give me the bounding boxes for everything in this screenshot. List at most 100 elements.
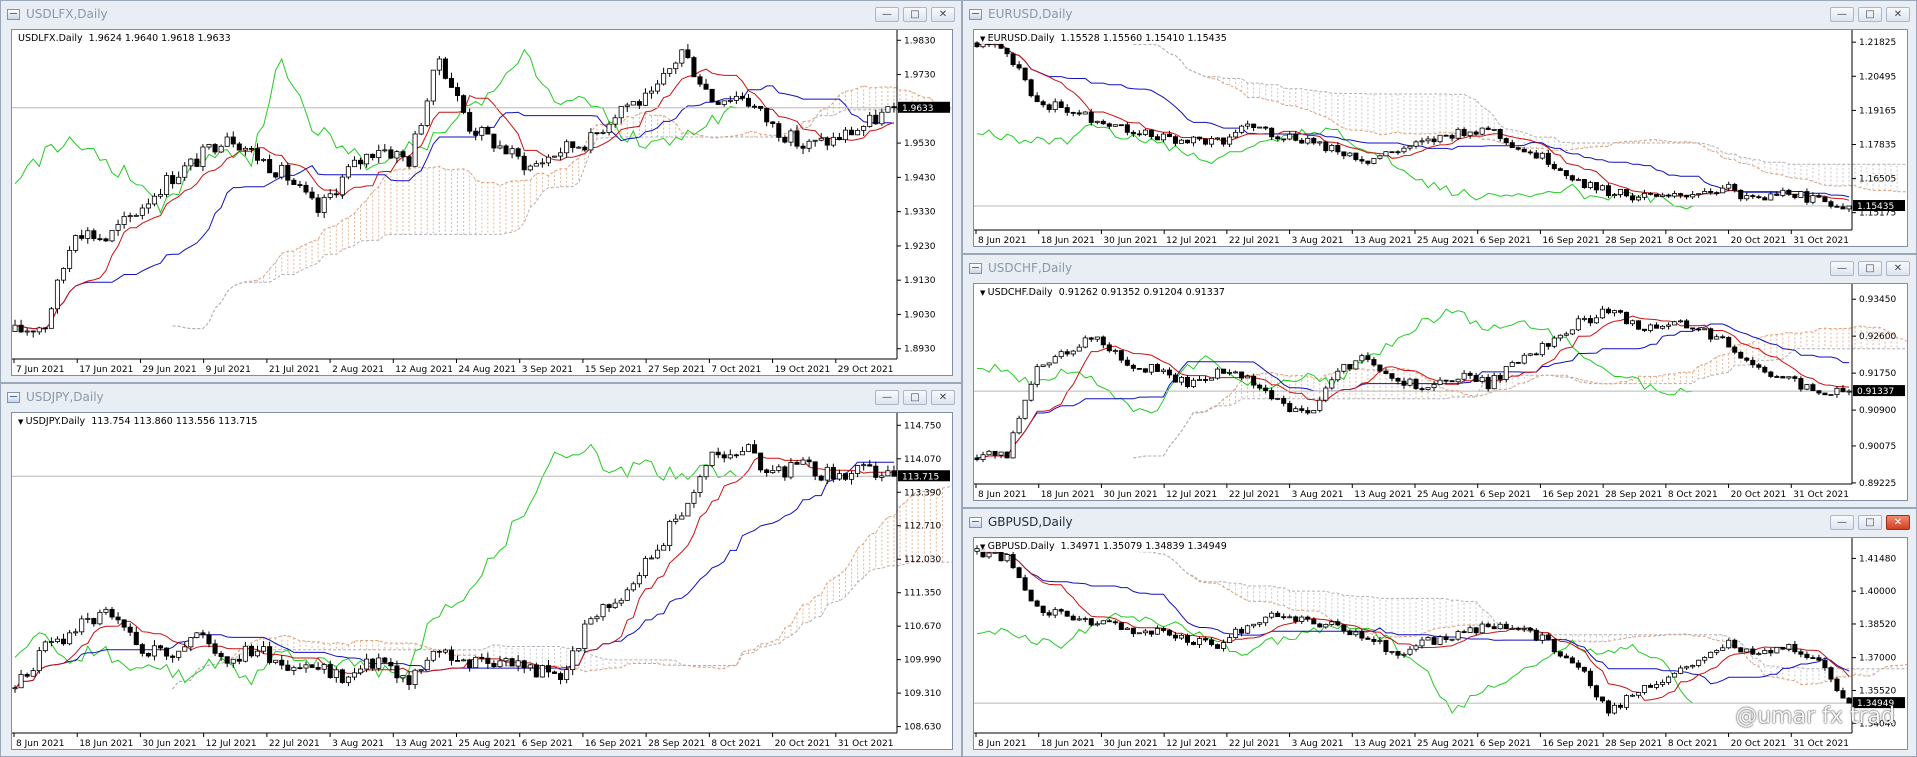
candle bbox=[1341, 364, 1347, 372]
candle bbox=[703, 83, 709, 90]
maximize-button[interactable]: □ bbox=[1858, 261, 1882, 276]
candle bbox=[1599, 308, 1605, 319]
candle bbox=[1455, 378, 1461, 383]
window-titlebar[interactable]: USDJPY,Daily — □ ✕ bbox=[1, 384, 961, 410]
window-titlebar[interactable]: GBPUSD,Daily — □ ✕ bbox=[963, 509, 1916, 535]
chart-plot-area[interactable]: 0.93450 0.92600 0.91750 0.90900 0.90075 0.892… bbox=[973, 283, 1908, 501]
candle bbox=[1792, 644, 1798, 653]
chart-plot-area[interactable]: 1.21825 1.20495 1.19165 1.17835 1.16505 1.151… bbox=[973, 29, 1908, 247]
candle bbox=[873, 114, 879, 125]
candle bbox=[194, 158, 200, 167]
candle bbox=[836, 473, 842, 480]
window-titlebar[interactable]: USDLFX,Daily — □ ✕ bbox=[1, 1, 961, 27]
maximize-icon: □ bbox=[910, 8, 920, 20]
candle bbox=[139, 207, 145, 216]
chart-window-usdlfx[interactable]: USDLFX,Daily—□✕1.98301.97301.96301.95301… bbox=[0, 0, 962, 383]
minimize-button[interactable]: — bbox=[1830, 515, 1854, 530]
candle bbox=[1467, 372, 1473, 376]
price-chart[interactable]: 1.98301.97301.96301.95301.94301.93301.92… bbox=[12, 30, 952, 375]
candle bbox=[1449, 380, 1455, 383]
time-tick-label: 8 Oct 2021 bbox=[711, 739, 761, 749]
collapse-arrow-icon[interactable]: ▼ bbox=[980, 289, 988, 297]
candle bbox=[1190, 642, 1197, 645]
price-chart[interactable]: 1.218251.204951.191651.178351.165051.151… bbox=[974, 30, 1907, 246]
close-button[interactable]: ✕ bbox=[1886, 515, 1910, 530]
chart-window-usdjpy[interactable]: USDJPY,Daily — □ ✕ 114.750 114.070 113.390 112.… bbox=[0, 383, 962, 757]
collapse-arrow-icon[interactable]: ▼ bbox=[980, 35, 988, 43]
chart-plot-area[interactable]: 114.750 114.070 113.390 112.710 112.030 111.3… bbox=[11, 412, 953, 750]
close-button[interactable]: ✕ bbox=[1886, 7, 1910, 22]
candle bbox=[545, 156, 551, 164]
time-tick-label: 18 Jun 2021 bbox=[1041, 490, 1095, 500]
close-button[interactable]: ✕ bbox=[1886, 261, 1910, 276]
candle bbox=[1473, 131, 1479, 135]
candle bbox=[1209, 377, 1215, 381]
collapse-arrow-icon[interactable]: ▼ bbox=[18, 418, 26, 426]
window-titlebar[interactable]: EURUSD,Daily — □ ✕ bbox=[963, 1, 1916, 27]
price-tick-label: 1.9830 bbox=[904, 36, 936, 46]
symbol-ohlc-text: USDLFX.Daily 1.9624 1.9640 1.9618 1.9633 bbox=[18, 33, 231, 44]
candle bbox=[776, 123, 782, 138]
price-chart[interactable]: 0.93450 0.92600 0.91750 0.90900 0.90075 0.892… bbox=[974, 284, 1907, 500]
candle bbox=[1215, 137, 1221, 140]
candle bbox=[1407, 648, 1413, 655]
close-button[interactable]: ✕ bbox=[931, 390, 955, 405]
candle bbox=[18, 674, 24, 689]
candle bbox=[1611, 704, 1617, 714]
candle bbox=[1726, 337, 1732, 348]
candle bbox=[1160, 369, 1166, 372]
maximize-button[interactable]: □ bbox=[1858, 7, 1882, 22]
candle bbox=[115, 224, 121, 231]
candle bbox=[1762, 649, 1768, 654]
chart-plot-area[interactable]: 1.98301.97301.96301.95301.94301.93301.92… bbox=[11, 29, 953, 376]
minimize-button[interactable]: — bbox=[875, 390, 899, 405]
candle bbox=[1636, 196, 1642, 201]
maximize-button[interactable]: □ bbox=[903, 7, 927, 22]
minimize-button[interactable]: — bbox=[875, 7, 899, 22]
candle bbox=[1076, 618, 1082, 621]
maximize-button[interactable]: □ bbox=[903, 390, 927, 405]
candle bbox=[1257, 384, 1263, 389]
candle bbox=[1106, 123, 1112, 127]
chikou-span bbox=[976, 308, 1693, 414]
candle bbox=[358, 668, 364, 674]
close-button[interactable]: ✕ bbox=[931, 7, 955, 22]
candle bbox=[986, 552, 992, 558]
candle bbox=[527, 664, 533, 669]
candle bbox=[1431, 138, 1437, 143]
time-tick-label: 8 Oct 2021 bbox=[1668, 739, 1718, 749]
collapse-arrow-icon[interactable]: ▼ bbox=[980, 543, 988, 551]
candle bbox=[1702, 328, 1708, 331]
price-chart[interactable]: 114.750 114.070 113.390 112.710 112.030 111.3… bbox=[12, 413, 952, 749]
senkou-span-a bbox=[1133, 549, 1907, 686]
maximize-button[interactable]: □ bbox=[1858, 515, 1882, 530]
candle bbox=[842, 473, 848, 480]
candle bbox=[1545, 152, 1551, 165]
chart-info-line: ▼ USDJPY.Daily 113.754 113.860 113.556 1… bbox=[18, 416, 258, 427]
candle bbox=[1654, 324, 1660, 329]
minimize-button[interactable]: — bbox=[1830, 261, 1854, 276]
candle bbox=[1642, 328, 1648, 331]
window-titlebar[interactable]: USDCHF,Daily — □ ✕ bbox=[963, 255, 1916, 281]
candle bbox=[788, 130, 794, 143]
candle bbox=[1786, 644, 1792, 650]
candle bbox=[1660, 194, 1666, 197]
chart-info-line: ▼ GBPUSD.Daily 1.34971 1.35079 1.34839 1… bbox=[980, 541, 1227, 552]
candle bbox=[849, 473, 855, 480]
candle bbox=[1756, 196, 1762, 199]
chart-window-eurusd[interactable]: EURUSD,Daily — □ ✕ 1.21825 1.20495 1.19165 1.17… bbox=[962, 0, 1917, 254]
chart-window-icon bbox=[7, 8, 20, 20]
candle bbox=[1491, 129, 1497, 131]
candle bbox=[333, 193, 339, 196]
minimize-button[interactable]: — bbox=[1830, 7, 1854, 22]
candle bbox=[509, 658, 515, 667]
chart-window-usdchf[interactable]: USDCHF,Daily — □ ✕ 0.93450 0.92600 0.91750 0.90… bbox=[962, 254, 1917, 508]
candle bbox=[551, 671, 558, 674]
time-tick-label: 22 Jul 2021 bbox=[269, 739, 320, 749]
candle bbox=[1293, 408, 1299, 413]
candle bbox=[1130, 131, 1136, 135]
candle bbox=[691, 492, 697, 504]
time-tick-label: 20 Oct 2021 bbox=[1731, 490, 1787, 500]
candle bbox=[1443, 134, 1449, 137]
candle bbox=[1305, 410, 1311, 414]
